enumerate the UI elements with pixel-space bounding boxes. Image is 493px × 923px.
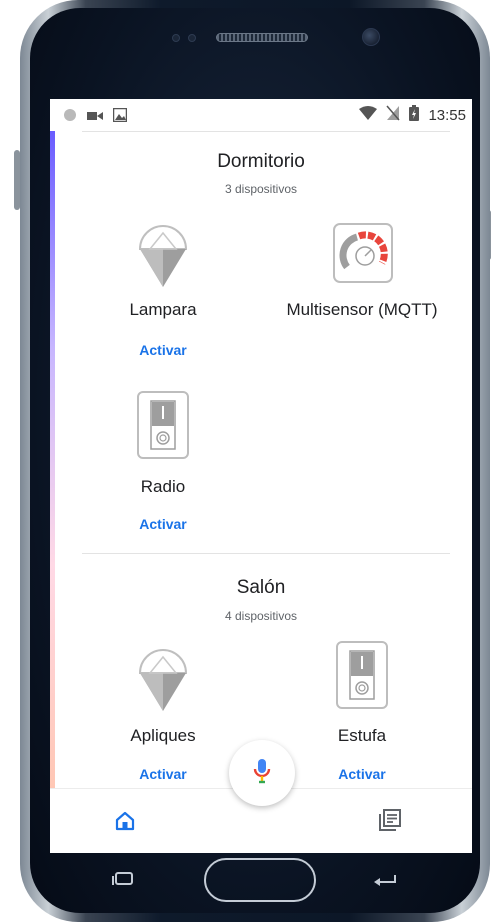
status-divider (82, 131, 450, 132)
video-icon (87, 109, 103, 127)
activate-button[interactable]: Activar (272, 766, 452, 782)
device-name: Apliques (130, 726, 196, 745)
device-card-radio[interactable]: Radio Activar (73, 391, 253, 541)
activate-button[interactable]: Activar (73, 766, 253, 782)
wifi-icon (359, 106, 378, 125)
room-title: Salón (236, 577, 286, 598)
voice-assistant-button[interactable] (229, 740, 295, 806)
activate-button[interactable]: Activar (73, 516, 253, 532)
home-button[interactable] (204, 858, 316, 902)
image-icon (112, 107, 128, 127)
sensor-dots (172, 34, 196, 42)
room-divider (82, 553, 450, 554)
list-icon[interactable] (379, 809, 401, 836)
device-card-lampara[interactable]: Lampara Activar (73, 217, 253, 367)
no-sim-icon (386, 105, 401, 126)
earpiece-speaker (216, 33, 308, 42)
activate-button[interactable]: Activar (73, 342, 253, 358)
device-name: Radio (140, 477, 186, 496)
switch-icon (336, 641, 388, 714)
gauge-icon (333, 223, 393, 288)
status-time: 13:55 (428, 107, 466, 124)
battery-icon (409, 105, 420, 126)
device-name: Estufa (337, 726, 387, 745)
switch-icon (137, 391, 189, 464)
microphone-icon (252, 757, 272, 790)
device-card-estufa[interactable]: Estufa Activar (272, 641, 452, 791)
app-screen: 13:55 Dormitorio 3 dispositivos Lampara … (50, 99, 472, 853)
room-title: Dormitorio (217, 151, 305, 172)
device-name: Lampara (129, 300, 197, 319)
room-device-count: 3 dispositivos (224, 182, 298, 196)
device-card-multisensor[interactable]: Multisensor (MQTT) (272, 217, 452, 367)
device-name: Multisensor (MQTT) (286, 300, 438, 319)
front-camera (362, 28, 380, 46)
device-card-apliques[interactable]: Apliques Activar (73, 641, 253, 791)
phone-mockup: 13:55 Dormitorio 3 dispositivos Lampara … (0, 0, 493, 923)
circle-icon (63, 108, 77, 127)
lamp-icon (136, 645, 190, 718)
recent-apps-icon[interactable] (112, 872, 134, 891)
lamp-icon (136, 221, 190, 294)
room-device-count: 4 dispositivos (224, 609, 298, 623)
wallpaper-edge (50, 131, 55, 853)
back-icon[interactable] (373, 872, 397, 891)
home-icon[interactable] (115, 811, 135, 836)
status-bar: 13:55 (50, 99, 472, 131)
